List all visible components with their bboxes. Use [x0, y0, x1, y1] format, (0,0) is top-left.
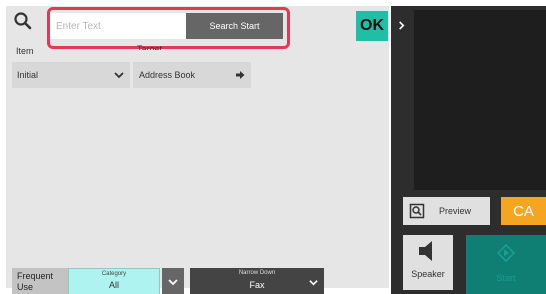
- chevron-down-icon: [114, 70, 124, 80]
- category-caption: Category: [101, 271, 127, 277]
- ca-button[interactable]: CA: [501, 197, 546, 225]
- target-label: Target: [137, 44, 163, 50]
- frequent-use-button[interactable]: Frequent Use: [12, 268, 68, 294]
- arrow-right-icon: [235, 70, 245, 80]
- frequent-use-label-line1: Frequent: [17, 271, 54, 281]
- target-select[interactable]: Address Book: [133, 62, 251, 88]
- start-icon: [496, 243, 516, 263]
- chevron-right-icon[interactable]: [394, 16, 408, 34]
- narrow-down-filter[interactable]: Narrow Down Fax: [190, 268, 324, 294]
- category-filter[interactable]: Category All: [68, 268, 160, 294]
- target-select-value: Address Book: [139, 70, 196, 80]
- chevron-down-icon: [309, 278, 318, 287]
- search-start-button[interactable]: Search Start: [186, 13, 283, 39]
- preview-label: Preview: [439, 206, 472, 216]
- ok-button[interactable]: OK: [356, 11, 388, 41]
- action-panel: Preview CA Speaker Start: [391, 6, 546, 294]
- search-bar: Search Start OK: [6, 6, 389, 49]
- search-input[interactable]: [50, 13, 190, 39]
- item-select-value: Initial: [17, 70, 39, 80]
- item-label: Item: [16, 46, 34, 56]
- search-icon: [12, 10, 34, 32]
- filter-bar: Frequent Use Category All Narrow Down Fa…: [12, 268, 395, 294]
- narrow-down-caption: Narrow Down: [238, 270, 276, 276]
- category-dropdown-button[interactable]: [162, 268, 184, 294]
- speaker-button[interactable]: Speaker: [403, 235, 453, 290]
- narrow-down-value: Fax: [249, 280, 265, 290]
- frequent-use-label-line2: Use: [17, 282, 34, 292]
- preview-button[interactable]: Preview: [403, 197, 490, 225]
- category-value: All: [108, 280, 119, 290]
- preview-area: [414, 10, 546, 190]
- start-button[interactable]: Start: [466, 235, 546, 294]
- preview-icon: [409, 203, 425, 219]
- item-select[interactable]: Initial: [12, 62, 130, 88]
- chevron-down-icon: [168, 279, 178, 286]
- start-label: Start: [496, 273, 516, 283]
- address-search-panel: Search Start OK Item Target Initial Addr…: [6, 6, 389, 294]
- speaker-label: Speaker: [411, 269, 445, 279]
- speaker-icon: [416, 238, 440, 264]
